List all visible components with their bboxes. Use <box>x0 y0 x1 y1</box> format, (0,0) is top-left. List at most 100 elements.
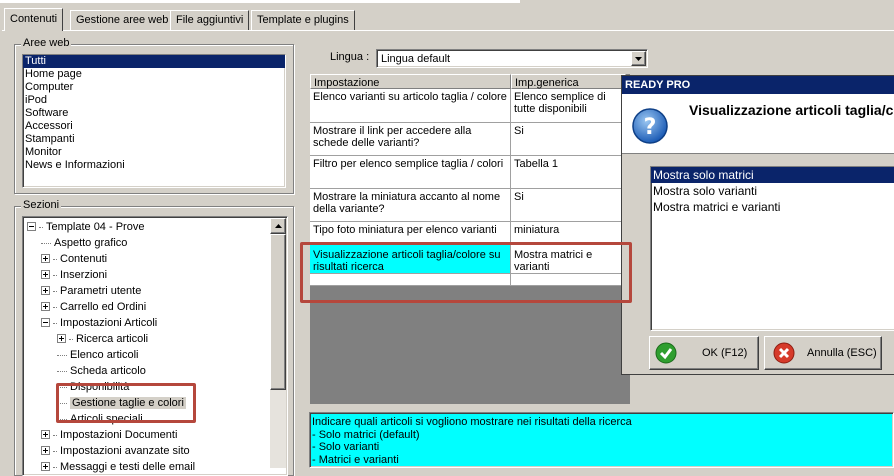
tab-contenuti[interactable]: Contenuti <box>4 8 64 31</box>
tree-item[interactable]: Aspetto grafico <box>41 235 127 251</box>
tree-item-label: Carrello ed Ordini <box>60 301 147 313</box>
list-item[interactable]: Computer <box>23 81 285 94</box>
tree-connector <box>57 354 67 356</box>
tree-item-label: Impostazioni Documenti <box>60 429 178 441</box>
expand-icon[interactable] <box>41 285 50 295</box>
expand-icon[interactable] <box>41 445 50 455</box>
description-line: Indicare quali articoli si vogliono most… <box>312 416 632 428</box>
tree-item[interactable]: Gestione taglie e colori <box>57 395 186 411</box>
grid-cell-value[interactable]: Si <box>511 123 626 156</box>
tree-item[interactable]: Ricerca articoli <box>57 331 148 347</box>
expand-icon[interactable] <box>41 461 50 471</box>
scroll-up-button[interactable] <box>270 218 286 234</box>
list-item[interactable]: Monitor <box>23 146 285 159</box>
tree-item[interactable]: Impostazioni Articoli <box>41 315 157 331</box>
grid-cell-setting[interactable]: Mostrare la miniatura accanto al nome de… <box>310 189 511 222</box>
list-item[interactable]: Home page <box>23 68 285 81</box>
cancel-label: Annulla (ESC) <box>807 347 877 359</box>
tree-item[interactable]: Carrello ed Ordini <box>41 299 146 315</box>
list-item[interactable]: Accessori <box>23 120 285 133</box>
tree-item-label: Impostazioni Articoli <box>60 317 158 329</box>
grid-cell-setting[interactable]: Tipo foto miniatura per elenco varianti <box>310 222 511 244</box>
tree-item[interactable]: Disponibilità <box>57 379 129 395</box>
tree-item[interactable]: Impostazioni avanzate sito <box>41 443 190 459</box>
tab-gestione-aree-web[interactable]: Gestione aree web <box>70 10 175 30</box>
tree-connector <box>57 370 67 372</box>
tree-item-label: Parametri utente <box>60 285 142 297</box>
description-line: - Solo varianti <box>312 441 380 453</box>
list-item[interactable]: News e Informazioni <box>23 159 285 172</box>
cancel-button[interactable]: Annulla (ESC) <box>764 336 882 370</box>
tree-connector <box>39 226 43 228</box>
expand-icon[interactable] <box>41 301 50 311</box>
grid-cell-empty[interactable] <box>511 274 626 286</box>
tree-item[interactable]: Inserzioni <box>41 267 107 283</box>
collapse-icon[interactable] <box>27 221 36 231</box>
tree-item-label: Impostazioni avanzate sito <box>60 445 190 457</box>
dialog-option[interactable]: Mostra matrici e varianti <box>651 199 894 215</box>
description-line: - Solo matrici (default) <box>312 428 420 441</box>
list-item[interactable]: Tutti <box>23 55 285 68</box>
lingua-select[interactable]: Lingua default <box>376 49 648 68</box>
expand-icon[interactable] <box>41 253 50 263</box>
tree-item-label: Disponibilità <box>70 381 130 393</box>
tree-connector <box>53 434 57 436</box>
tree-item[interactable]: Template 04 - Prove <box>27 219 144 235</box>
lingua-dropdown-button[interactable] <box>631 51 646 66</box>
grid-cell-value[interactable]: Elenco semplice di tutte disponibili <box>511 89 626 123</box>
tree-item[interactable]: Parametri utente <box>41 283 141 299</box>
tab-file-aggiuntivi[interactable]: File aggiuntivi <box>170 10 250 30</box>
tree-scrollbar[interactable] <box>270 218 286 468</box>
tree-item[interactable]: Elenco articoli <box>57 347 138 363</box>
tab-template-plugins[interactable]: Template e plugins <box>251 10 355 30</box>
grid-cell-value[interactable]: Mostra matrici e varianti <box>511 244 626 274</box>
aree-web-list[interactable]: Tutti Home page Computer iPod Software Access… <box>22 54 286 188</box>
expand-icon[interactable] <box>41 269 50 279</box>
tree-item[interactable]: Articoli speciali <box>57 411 143 427</box>
expand-icon[interactable] <box>41 429 50 439</box>
dialog-option[interactable]: Mostra solo varianti <box>651 183 894 199</box>
grid-header-impostazione[interactable]: Impostazione <box>310 74 511 89</box>
close-icon <box>773 342 795 364</box>
tree-connector <box>41 242 51 244</box>
tree-connector <box>53 258 57 260</box>
grid-cell-value[interactable]: Si <box>511 189 626 222</box>
grid-cell-value[interactable]: Tabella 1 <box>511 156 626 189</box>
collapse-icon[interactable] <box>41 317 50 327</box>
list-item[interactable]: Stampanti <box>23 133 285 146</box>
tree-connector <box>53 466 57 468</box>
tree-connector <box>69 338 73 340</box>
lingua-value: Lingua default <box>381 53 451 65</box>
dialog-options-list[interactable]: Mostra solo matrici Mostra solo varianti M… <box>650 166 894 331</box>
ok-button[interactable]: OK (F12) <box>649 336 759 370</box>
tree-item-label: Aspetto grafico <box>54 237 128 249</box>
ok-label: OK (F12) <box>702 347 748 359</box>
grid-cell-value[interactable]: miniatura <box>511 222 626 244</box>
tree-item-label: Scheda articolo <box>70 365 146 377</box>
tree-item[interactable]: Contenuti <box>41 251 107 267</box>
scroll-thumb[interactable] <box>270 234 286 390</box>
grid-cell-setting[interactable]: Elenco varianti su articolo taglia / col… <box>310 89 511 123</box>
grid-cell-setting[interactable]: Filtro per elenco semplice taglia / colo… <box>310 156 511 189</box>
dialog-option[interactable]: Mostra solo matrici <box>651 167 894 183</box>
sezioni-tree[interactable]: Template 04 - Prove Aspetto grafico Conten… <box>22 216 288 476</box>
tree-connector <box>53 322 57 324</box>
expand-icon[interactable] <box>57 333 66 343</box>
tree-item[interactable]: Messaggi e testi delle email <box>41 459 195 475</box>
tree-item[interactable]: Impostazioni Documenti <box>41 427 177 443</box>
description-box: Indicare quali articoli si vogliono most… <box>309 412 894 468</box>
list-item[interactable]: iPod <box>23 94 285 107</box>
ready-pro-dialog: READY PRO ? Visualizzazione articoli tag… <box>621 75 894 375</box>
tree-connector <box>57 402 67 404</box>
tab-baseline <box>2 30 894 31</box>
grid-cell-empty[interactable] <box>310 274 511 286</box>
tree-item[interactable]: Scheda articolo <box>57 363 146 379</box>
question-icon: ? <box>632 108 668 144</box>
dialog-heading: Visualizzazione articoli taglia/co <box>689 102 894 118</box>
grid-cell-setting[interactable]: Visualizzazione articoli taglia/colore s… <box>310 244 511 274</box>
tree-item-label: Template 04 - Prove <box>46 221 145 233</box>
tree-connector <box>53 290 57 292</box>
list-item[interactable]: Software <box>23 107 285 120</box>
grid-cell-setting[interactable]: Mostrare il link per accedere alla sched… <box>310 123 511 156</box>
grid-header-imp-generica[interactable]: Imp.generica <box>511 74 626 89</box>
